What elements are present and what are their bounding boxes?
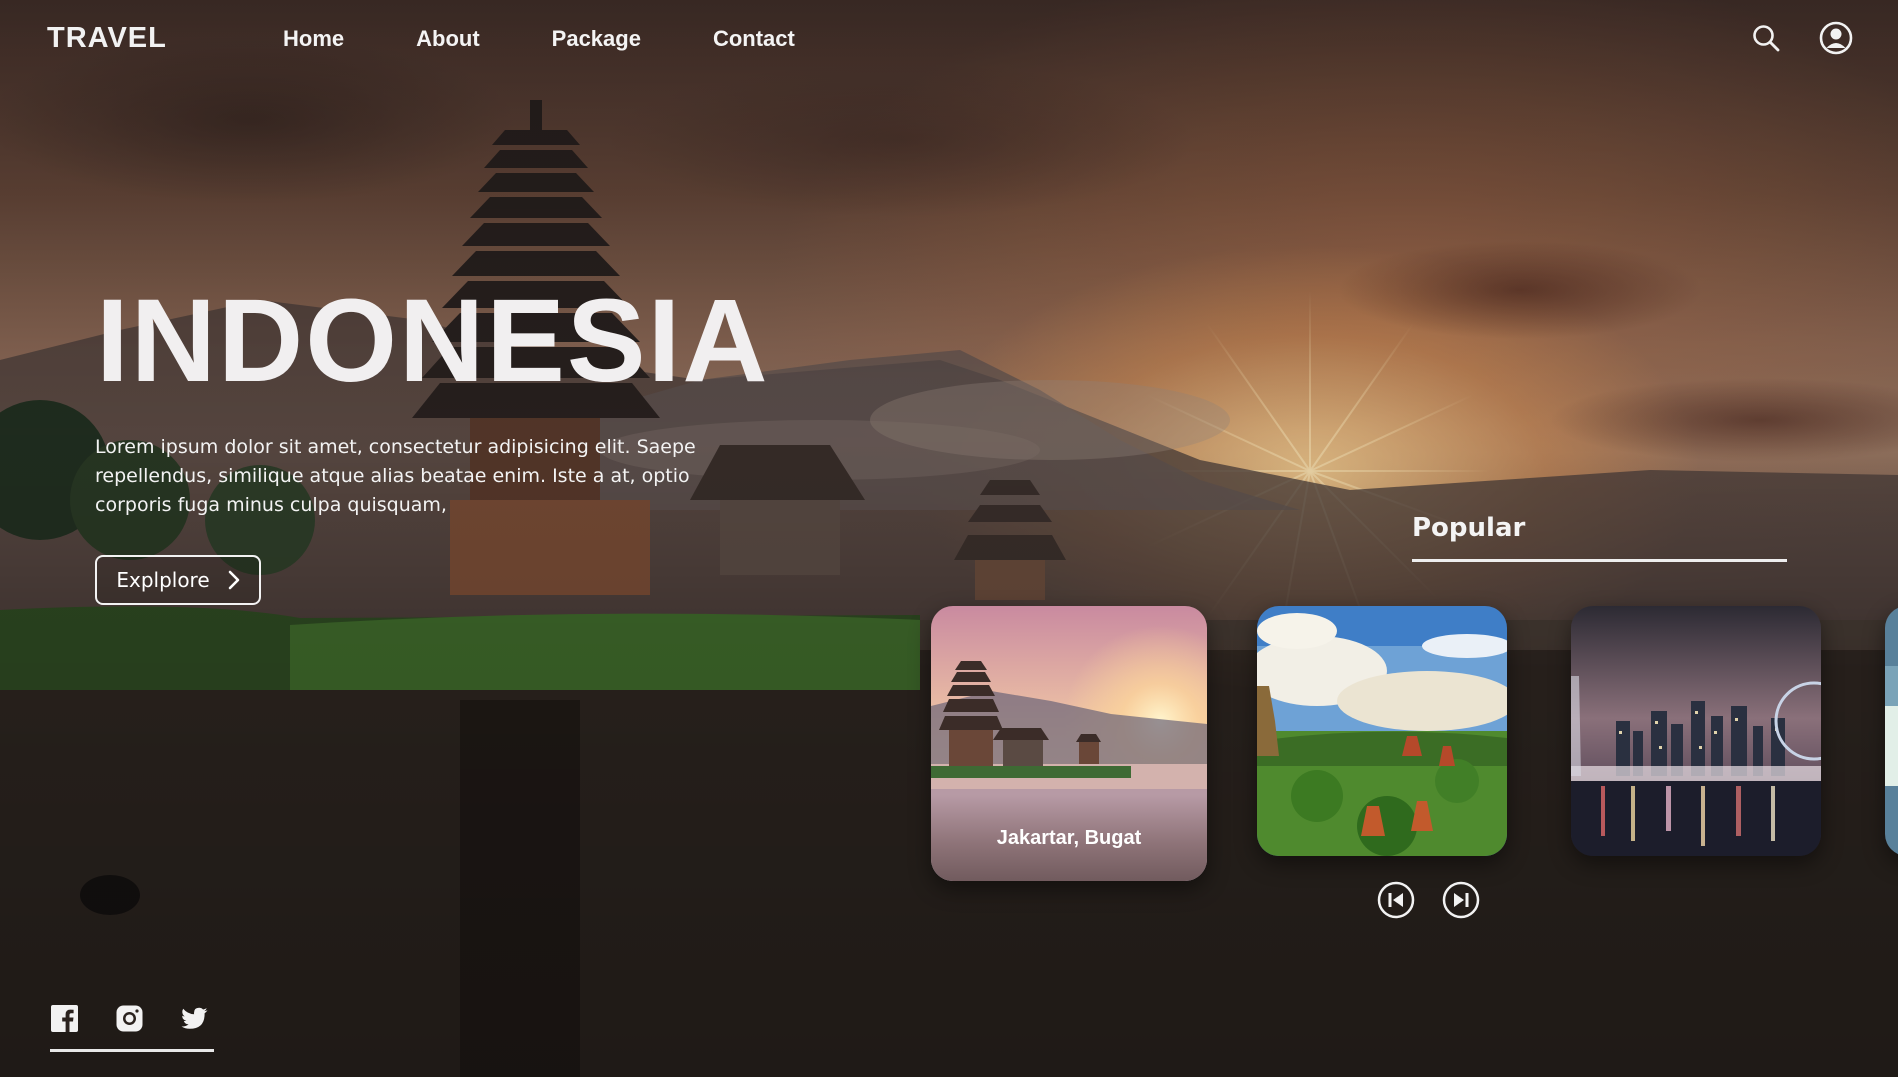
page: TRAVEL Home About Package Contact INDONE…: [0, 0, 1898, 1077]
hero-overlay: [0, 0, 1898, 1077]
chevron-right-icon: [228, 570, 239, 590]
skip-previous-icon[interactable]: [1376, 880, 1416, 920]
nav-item-package[interactable]: Package: [552, 26, 641, 52]
social-links: [50, 1004, 209, 1033]
card-image-temple-landscape: [1257, 606, 1507, 856]
hero-description: Lorem ipsum dolor sit amet, consectetur …: [95, 436, 696, 516]
nav-item-contact[interactable]: Contact: [713, 26, 795, 52]
popular-card-caption: Jakartar, Bugat: [931, 795, 1207, 881]
twitter-icon[interactable]: [180, 1004, 209, 1033]
hero-title: INDONESIA: [96, 275, 770, 407]
popular-card-4[interactable]: [1885, 606, 1898, 856]
user-account-icon[interactable]: [1818, 20, 1854, 56]
explore-button[interactable]: Explplore: [95, 555, 261, 605]
nav-item-about[interactable]: About: [416, 26, 480, 52]
popular-divider: [1412, 559, 1787, 562]
social-divider: [50, 1049, 214, 1052]
facebook-icon[interactable]: [50, 1004, 79, 1033]
instagram-icon[interactable]: [115, 1004, 144, 1033]
popular-heading: Popular: [1412, 513, 1526, 543]
main-nav: Home About Package Contact: [283, 26, 795, 52]
popular-card-1[interactable]: Jakartar, Bugat: [931, 606, 1207, 881]
nav-item-home[interactable]: Home: [283, 26, 344, 52]
skip-next-icon[interactable]: [1441, 880, 1481, 920]
search-icon[interactable]: [1748, 20, 1784, 56]
site-logo[interactable]: TRAVEL: [47, 22, 167, 55]
popular-card-3[interactable]: [1571, 606, 1821, 856]
card-image-partial: [1885, 606, 1898, 856]
popular-card-2[interactable]: [1257, 606, 1507, 856]
card-image-city-skyline: [1571, 606, 1821, 856]
explore-button-label: Explplore: [116, 568, 210, 592]
